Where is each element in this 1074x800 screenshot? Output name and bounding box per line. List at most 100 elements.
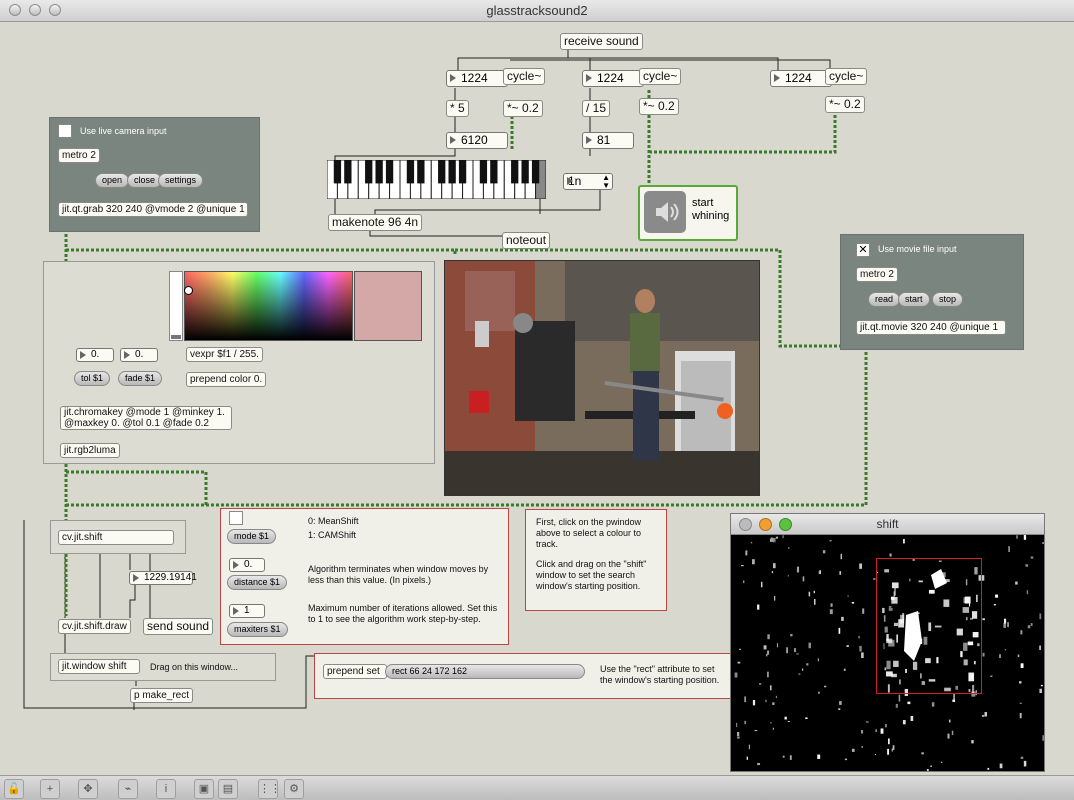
start-message[interactable]: start xyxy=(898,292,930,307)
black-key[interactable] xyxy=(448,160,456,184)
noteout-object[interactable]: noteout xyxy=(502,232,551,249)
makenote-object[interactable]: makenote 96 4n xyxy=(328,214,423,231)
distance-description: Algorithm terminates when window moves b… xyxy=(308,564,489,585)
shift-window-title: shift xyxy=(876,517,899,531)
jit-qt-grab-object[interactable]: jit.qt.grab 320 240 @vmode 2 @unique 1 xyxy=(58,202,248,217)
tracking-rectangle xyxy=(876,558,982,694)
black-key[interactable] xyxy=(458,160,467,184)
video-pwindow[interactable] xyxy=(444,260,760,496)
camera-toggle-label: Use live camera input xyxy=(80,126,167,136)
black-key[interactable] xyxy=(365,160,373,184)
jit-chromakey-object[interactable]: jit.chromakey @mode 1 @minkey 1. @maxkey… xyxy=(60,406,232,430)
cv-jit-shift-object[interactable]: cv.jit.shift xyxy=(58,530,174,545)
gain-object-1[interactable]: *~ 0.2 xyxy=(503,100,543,117)
cycle-object-1[interactable]: cycle~ xyxy=(503,68,546,85)
lock-icon[interactable]: 🔓 xyxy=(4,779,24,799)
cycle-object-3[interactable]: cycle~ xyxy=(825,68,868,85)
color-picker[interactable] xyxy=(184,271,353,341)
black-key[interactable] xyxy=(511,160,519,184)
settings-message[interactable]: settings xyxy=(158,173,204,188)
windows-icon[interactable]: ▣ xyxy=(194,779,214,799)
updown-arrows-icon: ▲ ▼ xyxy=(602,173,610,190)
p-make-rect-object[interactable]: p make_rect xyxy=(130,688,194,703)
number-box-81[interactable]: 81 xyxy=(582,132,634,149)
windows2-icon[interactable]: ▤ xyxy=(218,779,238,799)
open-message[interactable]: open xyxy=(95,173,130,188)
stop-message[interactable]: stop xyxy=(932,292,964,307)
movie-toggle[interactable]: ✕ xyxy=(856,243,870,257)
mode0-label: 0: MeanShift xyxy=(308,516,359,526)
distance-number-box[interactable]: 0. xyxy=(229,558,265,572)
shift-window-titlebar: shift xyxy=(731,514,1044,535)
jit-rgb2luma-object[interactable]: jit.rgb2luma xyxy=(60,443,120,458)
maxiters-message[interactable]: maxiters $1 xyxy=(227,622,288,637)
close-message[interactable]: close xyxy=(127,173,163,188)
tol-message[interactable]: tol $1 xyxy=(74,371,111,386)
camera-toggle[interactable] xyxy=(58,124,72,138)
tol-number-box[interactable]: 0. xyxy=(76,348,114,362)
umenu-dropdown[interactable]: 1n ▲ ▼ xyxy=(563,173,613,190)
color-swatch[interactable] xyxy=(354,271,422,341)
prepend-color-object[interactable]: prepend color 0. xyxy=(186,372,267,387)
maxiters-number-box[interactable]: 1 xyxy=(229,604,265,618)
black-key[interactable] xyxy=(406,160,415,184)
read-message[interactable]: read xyxy=(868,292,901,307)
ezdac-container: start whining xyxy=(638,185,738,241)
cv-jit-shift-draw-object[interactable]: cv.jit.shift.draw xyxy=(58,619,131,634)
movie-metro-object[interactable]: metro 2 xyxy=(856,267,898,282)
mode-message[interactable]: mode $1 xyxy=(227,529,277,544)
black-key[interactable] xyxy=(375,160,383,184)
black-key[interactable] xyxy=(333,160,342,184)
send-sound-object[interactable]: send sound xyxy=(143,618,214,635)
jit-window-object[interactable]: jit.window shift xyxy=(58,659,140,674)
divide-object[interactable]: / 15 xyxy=(582,100,611,117)
fade-number-box[interactable]: 0. xyxy=(120,348,158,362)
add-icon[interactable]: + xyxy=(40,779,60,799)
number-box-2[interactable]: 1224 xyxy=(582,70,644,87)
black-key[interactable] xyxy=(344,160,352,184)
gain-object-3[interactable]: *~ 0.2 xyxy=(825,96,865,113)
instruction-2: Click and drag on the "shift" window to … xyxy=(536,559,647,591)
vexpr-object[interactable]: vexpr $f1 / 255. xyxy=(186,347,263,362)
shift-number-box[interactable]: 1229.19141 xyxy=(129,571,197,585)
mode1-label: 1: CAMShift xyxy=(308,530,357,540)
info-icon[interactable]: i xyxy=(156,779,176,799)
patcher-icon[interactable]: ⌁ xyxy=(118,779,138,799)
shift-window[interactable]: shift xyxy=(730,513,1045,772)
black-key[interactable] xyxy=(479,160,488,184)
jit-qt-movie-object[interactable]: jit.qt.movie 320 240 @unique 1 xyxy=(856,320,1006,335)
maxiters-description: Maximum number of iterations allowed. Se… xyxy=(308,603,498,624)
grid-icon[interactable]: ⋮⋮ xyxy=(258,779,281,799)
fade-message[interactable]: fade $1 xyxy=(118,371,163,386)
number-box-1[interactable]: 1224 xyxy=(446,70,508,87)
multiply-object[interactable]: * 5 xyxy=(446,100,469,117)
brightness-slider[interactable] xyxy=(169,271,183,341)
keyboard-slider[interactable] xyxy=(327,160,546,199)
video-frame-illustration xyxy=(445,261,759,495)
distance-message[interactable]: distance $1 xyxy=(227,575,288,590)
black-key[interactable] xyxy=(385,160,394,184)
drag-hint-label: Drag on this window... xyxy=(150,662,239,672)
receive-sound-object[interactable]: receive sound xyxy=(560,33,643,50)
black-key[interactable] xyxy=(490,160,498,184)
bottom-toolbar: 🔓 + ✥ ⌁ i ▣ ▤ ⋮⋮ ⚙ xyxy=(0,775,1074,800)
camera-metro-object[interactable]: metro 2 xyxy=(58,148,100,163)
gain-object-2[interactable]: *~ 0.2 xyxy=(639,98,679,115)
instruction-1: First, click on the pwindow above to sel… xyxy=(536,517,642,549)
cycle-object-2[interactable]: cycle~ xyxy=(639,68,682,85)
move-icon[interactable]: ✥ xyxy=(78,779,98,799)
color-picker-cursor[interactable] xyxy=(184,286,193,295)
black-key[interactable] xyxy=(531,160,540,184)
slider-knob[interactable] xyxy=(171,335,181,339)
ezdac-label: start whining xyxy=(692,197,730,222)
speaker-icon[interactable] xyxy=(644,191,686,233)
prepend-set-object[interactable]: prepend set xyxy=(323,664,387,679)
gear-icon[interactable]: ⚙ xyxy=(284,779,304,799)
black-key[interactable] xyxy=(521,160,529,184)
number-box-6120[interactable]: 6120 xyxy=(446,132,508,149)
number-box-3[interactable]: 1224 xyxy=(770,70,832,87)
black-key[interactable] xyxy=(438,160,446,184)
mode-toggle[interactable] xyxy=(229,511,243,525)
black-key[interactable] xyxy=(417,160,425,184)
rect-message[interactable]: rect 66 24 172 162 xyxy=(385,664,585,679)
